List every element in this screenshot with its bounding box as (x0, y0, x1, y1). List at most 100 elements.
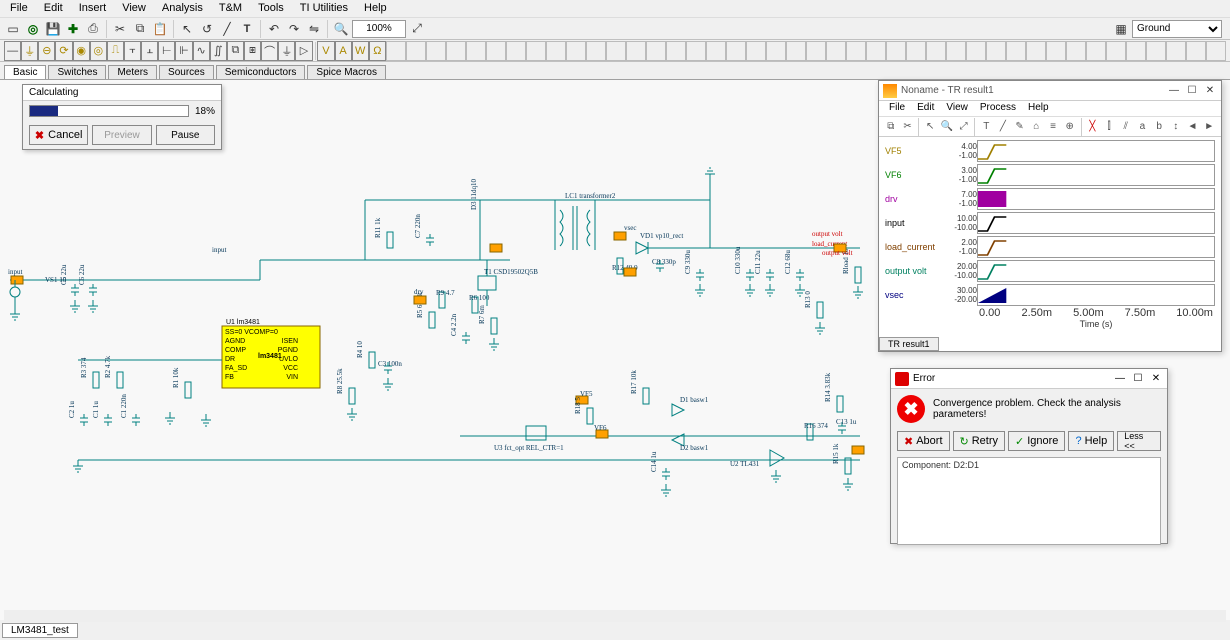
pulse-icon[interactable]: ⎍ (107, 41, 124, 61)
target-icon[interactable]: ⊕ (1062, 119, 1078, 135)
cut-icon[interactable]: ✂ (900, 119, 916, 135)
igen-icon[interactable]: ◎ (90, 41, 107, 61)
autoscale-icon[interactable]: ↕ (1168, 119, 1184, 135)
close-icon[interactable]: ✕ (1203, 84, 1217, 98)
plot-input[interactable] (977, 212, 1215, 234)
pause-button[interactable]: Pause (156, 125, 215, 145)
menu-help[interactable]: Help (358, 1, 393, 16)
text-icon[interactable]: T (238, 20, 256, 38)
maximize-icon[interactable]: ☐ (1185, 84, 1199, 98)
merge-icon[interactable]: ⫽ (1118, 119, 1134, 135)
copy-icon[interactable]: ⧉ (131, 20, 149, 38)
menu-insert[interactable]: Insert (73, 1, 113, 16)
save-icon[interactable]: 💾 (44, 20, 62, 38)
menu-t-m[interactable]: T&M (213, 1, 248, 16)
plot-drv[interactable] (977, 188, 1215, 210)
tr-menu-file[interactable]: File (885, 101, 909, 116)
abort-button[interactable]: ✖Abort (897, 431, 950, 451)
palette-tab-basic[interactable]: Basic (4, 65, 46, 79)
tr-menu-help[interactable]: Help (1024, 101, 1053, 116)
fwd-icon[interactable]: ► (1201, 119, 1217, 135)
palette-tab-semiconductors[interactable]: Semiconductors (216, 65, 306, 79)
h-scrollbar[interactable] (4, 610, 1226, 622)
isource-icon[interactable]: ⟳ (55, 41, 72, 61)
menu-analysis[interactable]: Analysis (156, 1, 209, 16)
menu-ti-utilities[interactable]: TI Utilities (294, 1, 354, 16)
new-icon[interactable]: ▭ (4, 20, 22, 38)
print-icon[interactable]: ⎙ (84, 20, 102, 38)
align-icon[interactable]: ≡ (1045, 119, 1061, 135)
pot-icon[interactable]: ⫠ (141, 41, 158, 61)
paste-icon[interactable]: 📋 (151, 20, 169, 38)
minimize-icon[interactable]: — (1113, 372, 1127, 386)
close-icon[interactable]: ✚ (64, 20, 82, 38)
cursor-icon[interactable]: ↖ (922, 119, 938, 135)
wire-icon[interactable]: ╱ (218, 20, 236, 38)
plot-load_current[interactable] (977, 236, 1215, 258)
coupled-ind-icon[interactable]: ∬ (210, 41, 227, 61)
battery-icon[interactable]: ⏚ (21, 41, 38, 61)
vsource-icon[interactable]: ⊖ (38, 41, 55, 61)
ground-select[interactable]: Ground (1132, 20, 1222, 38)
tr-tab[interactable]: TR result1 (879, 337, 939, 351)
pencil-icon[interactable]: ✎ (1012, 119, 1028, 135)
preview-button[interactable]: Preview (92, 125, 151, 145)
tr-menu-process[interactable]: Process (976, 101, 1020, 116)
sheet-tab[interactable]: LM3481_test (2, 623, 78, 638)
retry-button[interactable]: ↻Retry (953, 431, 1006, 451)
cursor-b-icon[interactable]: b (1151, 119, 1167, 135)
sep-icon[interactable]: ⫿ (1101, 119, 1117, 135)
plot-VF5[interactable] (977, 140, 1215, 162)
minimize-icon[interactable]: — (1167, 84, 1181, 98)
palette-tab-meters[interactable]: Meters (108, 65, 157, 79)
mirror-icon[interactable]: ⇋ (305, 20, 323, 38)
cancel-button[interactable]: ✖Cancel (29, 125, 88, 145)
back-icon[interactable]: ◄ (1185, 119, 1201, 135)
cut-icon[interactable]: ✂ (111, 20, 129, 38)
menu-file[interactable]: File (4, 1, 34, 16)
rot-left-icon[interactable]: ↶ (265, 20, 283, 38)
ammeter-icon[interactable]: A (335, 41, 352, 61)
ground-icon[interactable]: ⏚ (278, 41, 295, 61)
less-button[interactable]: Less << (1117, 431, 1161, 451)
vgen-icon[interactable]: ◉ (73, 41, 90, 61)
last-icon[interactable]: ↺ (198, 20, 216, 38)
rot-right-icon[interactable]: ↷ (285, 20, 303, 38)
cap-icon[interactable]: ⊢ (158, 41, 175, 61)
resistor-icon[interactable]: ⫟ (124, 41, 141, 61)
jumper-icon[interactable]: ⌒ (261, 41, 278, 61)
palette-tab-spice-macros[interactable]: Spice Macros (307, 65, 386, 79)
home-icon[interactable]: ⌂ (1028, 119, 1044, 135)
trans-icon[interactable]: ⧉ (227, 41, 244, 61)
close-icon[interactable]: ✕ (1149, 372, 1163, 386)
wattmeter-icon[interactable]: W (352, 41, 369, 61)
zoom-icon[interactable]: 🔍 (939, 119, 955, 135)
plot-VF6[interactable] (977, 164, 1215, 186)
copy-icon[interactable]: ⧉ (883, 119, 899, 135)
zoom-fit-icon[interactable]: ⤢ (408, 20, 426, 38)
tr-menu-view[interactable]: View (942, 101, 972, 116)
wire-comp-icon[interactable]: — (4, 41, 21, 61)
zoom-out-icon[interactable]: ⤢ (956, 119, 972, 135)
ohmmeter-icon[interactable]: Ω (369, 41, 386, 61)
palette-tab-switches[interactable]: Switches (48, 65, 106, 79)
maximize-icon[interactable]: ☐ (1131, 372, 1145, 386)
line-icon[interactable]: ╱ (995, 119, 1011, 135)
voltmeter-icon[interactable]: V (317, 41, 334, 61)
open-icon[interactable]: ◎ (24, 20, 42, 38)
menu-tools[interactable]: Tools (252, 1, 290, 16)
cursor-a-icon[interactable]: a (1135, 119, 1151, 135)
plot-vsec[interactable] (977, 284, 1215, 306)
ignore-button[interactable]: ✓Ignore (1008, 431, 1065, 451)
ind-icon[interactable]: ∿ (193, 41, 210, 61)
plot-output volt[interactable] (977, 260, 1215, 282)
palette-tab-sources[interactable]: Sources (159, 65, 214, 79)
tr-menu-edit[interactable]: Edit (913, 101, 938, 116)
help-button[interactable]: ?Help (1068, 431, 1114, 451)
port-icon[interactable]: ▷ (295, 41, 312, 61)
pcap-icon[interactable]: ⊩ (175, 41, 192, 61)
zoom-icon[interactable]: 🔍 (332, 20, 350, 38)
menu-edit[interactable]: Edit (38, 1, 69, 16)
zoom-input[interactable] (352, 20, 406, 38)
text-icon[interactable]: T (978, 119, 994, 135)
